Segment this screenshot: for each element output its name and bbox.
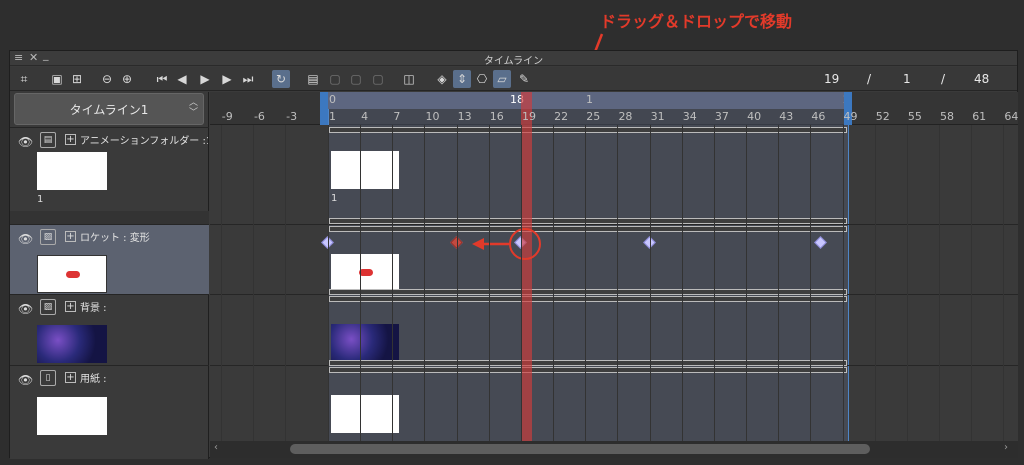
layer-list: タイムライン1 ︿﹀ 👁 ▤ + アニメーションフォルダー :1:セル 1 👁 … <box>10 92 209 459</box>
ruler-tick-label: 16 <box>489 110 504 123</box>
ruler-tick-label: 13 <box>457 110 472 123</box>
eye-icon[interactable]: 👁 <box>18 232 33 246</box>
ruler-tick-label: 10 <box>425 110 440 123</box>
last-frame-icon[interactable]: ⏭ <box>239 70 257 88</box>
zoom-out-icon[interactable]: ⊖ <box>98 70 116 88</box>
ruler-tick-label: 1 <box>329 110 336 123</box>
toolbar: ⌗ ▣ ⊞ ⊖ ⊕ ⏮ ◀ ▶ ▶ ⏭ ↻ ▤ ▢ ▢ ▢ ◫ ◈ ⇕ ⎔ ▱ … <box>10 67 1017 91</box>
cel-label: 1 <box>37 194 44 205</box>
ruler-tick-label: 43 <box>779 110 794 123</box>
ruler-tick-label: 52 <box>875 110 890 123</box>
ruler-tick-label: -6 <box>253 110 265 123</box>
scroll-left-icon[interactable]: ‹ <box>214 442 218 453</box>
layer-name: ロケット : 変形 <box>80 233 150 244</box>
ruler-tick-label: 64 <box>1004 110 1018 123</box>
expand-icon[interactable]: + <box>65 231 76 242</box>
folder-icon: ▤ <box>40 132 56 148</box>
ruler-tick-label: -9 <box>221 110 233 123</box>
new-timeline-icon[interactable]: ▣ <box>48 70 66 88</box>
scroll-right-icon[interactable]: › <box>1004 442 1008 453</box>
chevron-updown-icon: ︿ ﹀ <box>188 98 198 118</box>
loop-icon[interactable]: ↻ <box>272 70 290 88</box>
eye-icon[interactable]: 👁 <box>18 373 33 387</box>
new-cel-icon[interactable]: ▤ <box>304 70 322 88</box>
layer-row[interactable]: 👁 ▯ + 用紙 : <box>10 365 209 459</box>
frame-mid: 1 <box>903 72 911 86</box>
window-title: タイムライン <box>483 56 544 67</box>
rocket-image <box>66 271 80 278</box>
horizontal-scrollbar[interactable]: ‹ › <box>210 441 1018 458</box>
ruler-tick-label: 40 <box>747 110 762 123</box>
ruler-tick-label: 49 <box>843 110 858 123</box>
timeline-settings-icon[interactable]: ⌗ <box>15 70 33 88</box>
zoom-in-icon[interactable]: ⊕ <box>118 70 136 88</box>
expand-icon[interactable]: + <box>65 134 76 145</box>
layer-name: 背景 : <box>80 303 107 314</box>
timeline-properties-icon[interactable]: ⊞ <box>68 70 86 88</box>
ruler-tick-label: 34 <box>682 110 697 123</box>
timeline-select[interactable]: タイムライン1 ︿ ﹀ <box>14 93 204 125</box>
assign-cel-icon[interactable]: ▢ <box>326 70 344 88</box>
onion-skin-icon[interactable]: ◫ <box>400 70 418 88</box>
layer-thumbnail <box>37 152 107 190</box>
timeline-grid[interactable]: 0 18 1 2 1 -12-9-6-314710131619222528313… <box>210 92 1018 441</box>
ruler-tick-label: 61 <box>972 110 987 123</box>
ruler-tick-label: 19 <box>521 110 536 123</box>
timeline-panel: ≡ ✕ _ タイムライン ⌗ ▣ ⊞ ⊖ ⊕ ⏮ ◀ ▶ ▶ ⏭ ↻ ▤ ▢ ▢… <box>9 48 1018 459</box>
layer-thumbnail <box>37 255 107 293</box>
title-bar: ≡ ✕ _ タイムライン <box>10 48 1017 67</box>
move-arrow <box>472 228 541 260</box>
current-frame: 19 <box>824 72 840 86</box>
expand-icon[interactable]: + <box>65 301 76 312</box>
layer-name: アニメーションフォルダー :1:セル <box>80 136 208 147</box>
layer-name: 用紙 : <box>80 374 107 385</box>
scrollbar-thumb[interactable] <box>290 444 870 454</box>
enable-keyframe-icon[interactable]: ▱ <box>493 70 511 88</box>
ruler-tick-label: 22 <box>554 110 569 123</box>
cel-spec-icon[interactable]: ▢ <box>347 70 365 88</box>
ruler-tick-label: 37 <box>714 110 729 123</box>
raster-layer-icon: ▨ <box>40 229 56 245</box>
play-icon[interactable]: ▶ <box>196 70 214 88</box>
ruler-tick-label: 46 <box>811 110 826 123</box>
frame-separator: / <box>941 72 946 86</box>
ruler-tick-label: 58 <box>940 110 955 123</box>
total-frames: 48 <box>974 72 990 86</box>
keyframe-interp-icon[interactable]: ⇕ <box>453 70 471 88</box>
frame-separator: / <box>867 72 872 86</box>
expand-icon[interactable]: + <box>65 372 76 383</box>
ruler-tick-label: 7 <box>393 110 401 123</box>
layer-thumbnail <box>37 397 107 435</box>
prev-frame-icon[interactable]: ◀ <box>173 70 191 88</box>
keyframe-icon[interactable]: ◈ <box>433 70 451 88</box>
layer-thumbnail <box>37 325 107 363</box>
pen-icon[interactable]: ✎ <box>515 70 533 88</box>
camera-icon[interactable]: ⎔ <box>473 70 491 88</box>
eye-icon[interactable]: 👁 <box>18 135 33 149</box>
ruler-tick-label: 55 <box>907 110 922 123</box>
next-frame-icon[interactable]: ▶ <box>218 70 236 88</box>
delete-cel-icon[interactable]: ▢ <box>369 70 387 88</box>
timeline-name: タイムライン1 <box>69 102 149 117</box>
layer-row-selected[interactable]: 👁 ▨ + ロケット : 変形 <box>10 224 209 295</box>
first-frame-icon[interactable]: ⏮ <box>153 70 171 88</box>
layer-row[interactable]: 👁 ▨ + 背景 : <box>10 294 209 365</box>
eye-icon[interactable]: 👁 <box>18 302 33 316</box>
raster-layer-icon: ▨ <box>40 299 56 315</box>
layer-row[interactable]: 👁 ▤ + アニメーションフォルダー :1:セル 1 <box>10 127 209 225</box>
ruler-tick-label: 25 <box>586 110 601 123</box>
ruler-tick-label: 28 <box>618 110 633 123</box>
paper-icon: ▯ <box>40 370 56 386</box>
ruler-tick-label: 31 <box>650 110 665 123</box>
ruler-tick-label: -3 <box>286 110 298 123</box>
ruler-tick-label: 4 <box>361 110 369 123</box>
